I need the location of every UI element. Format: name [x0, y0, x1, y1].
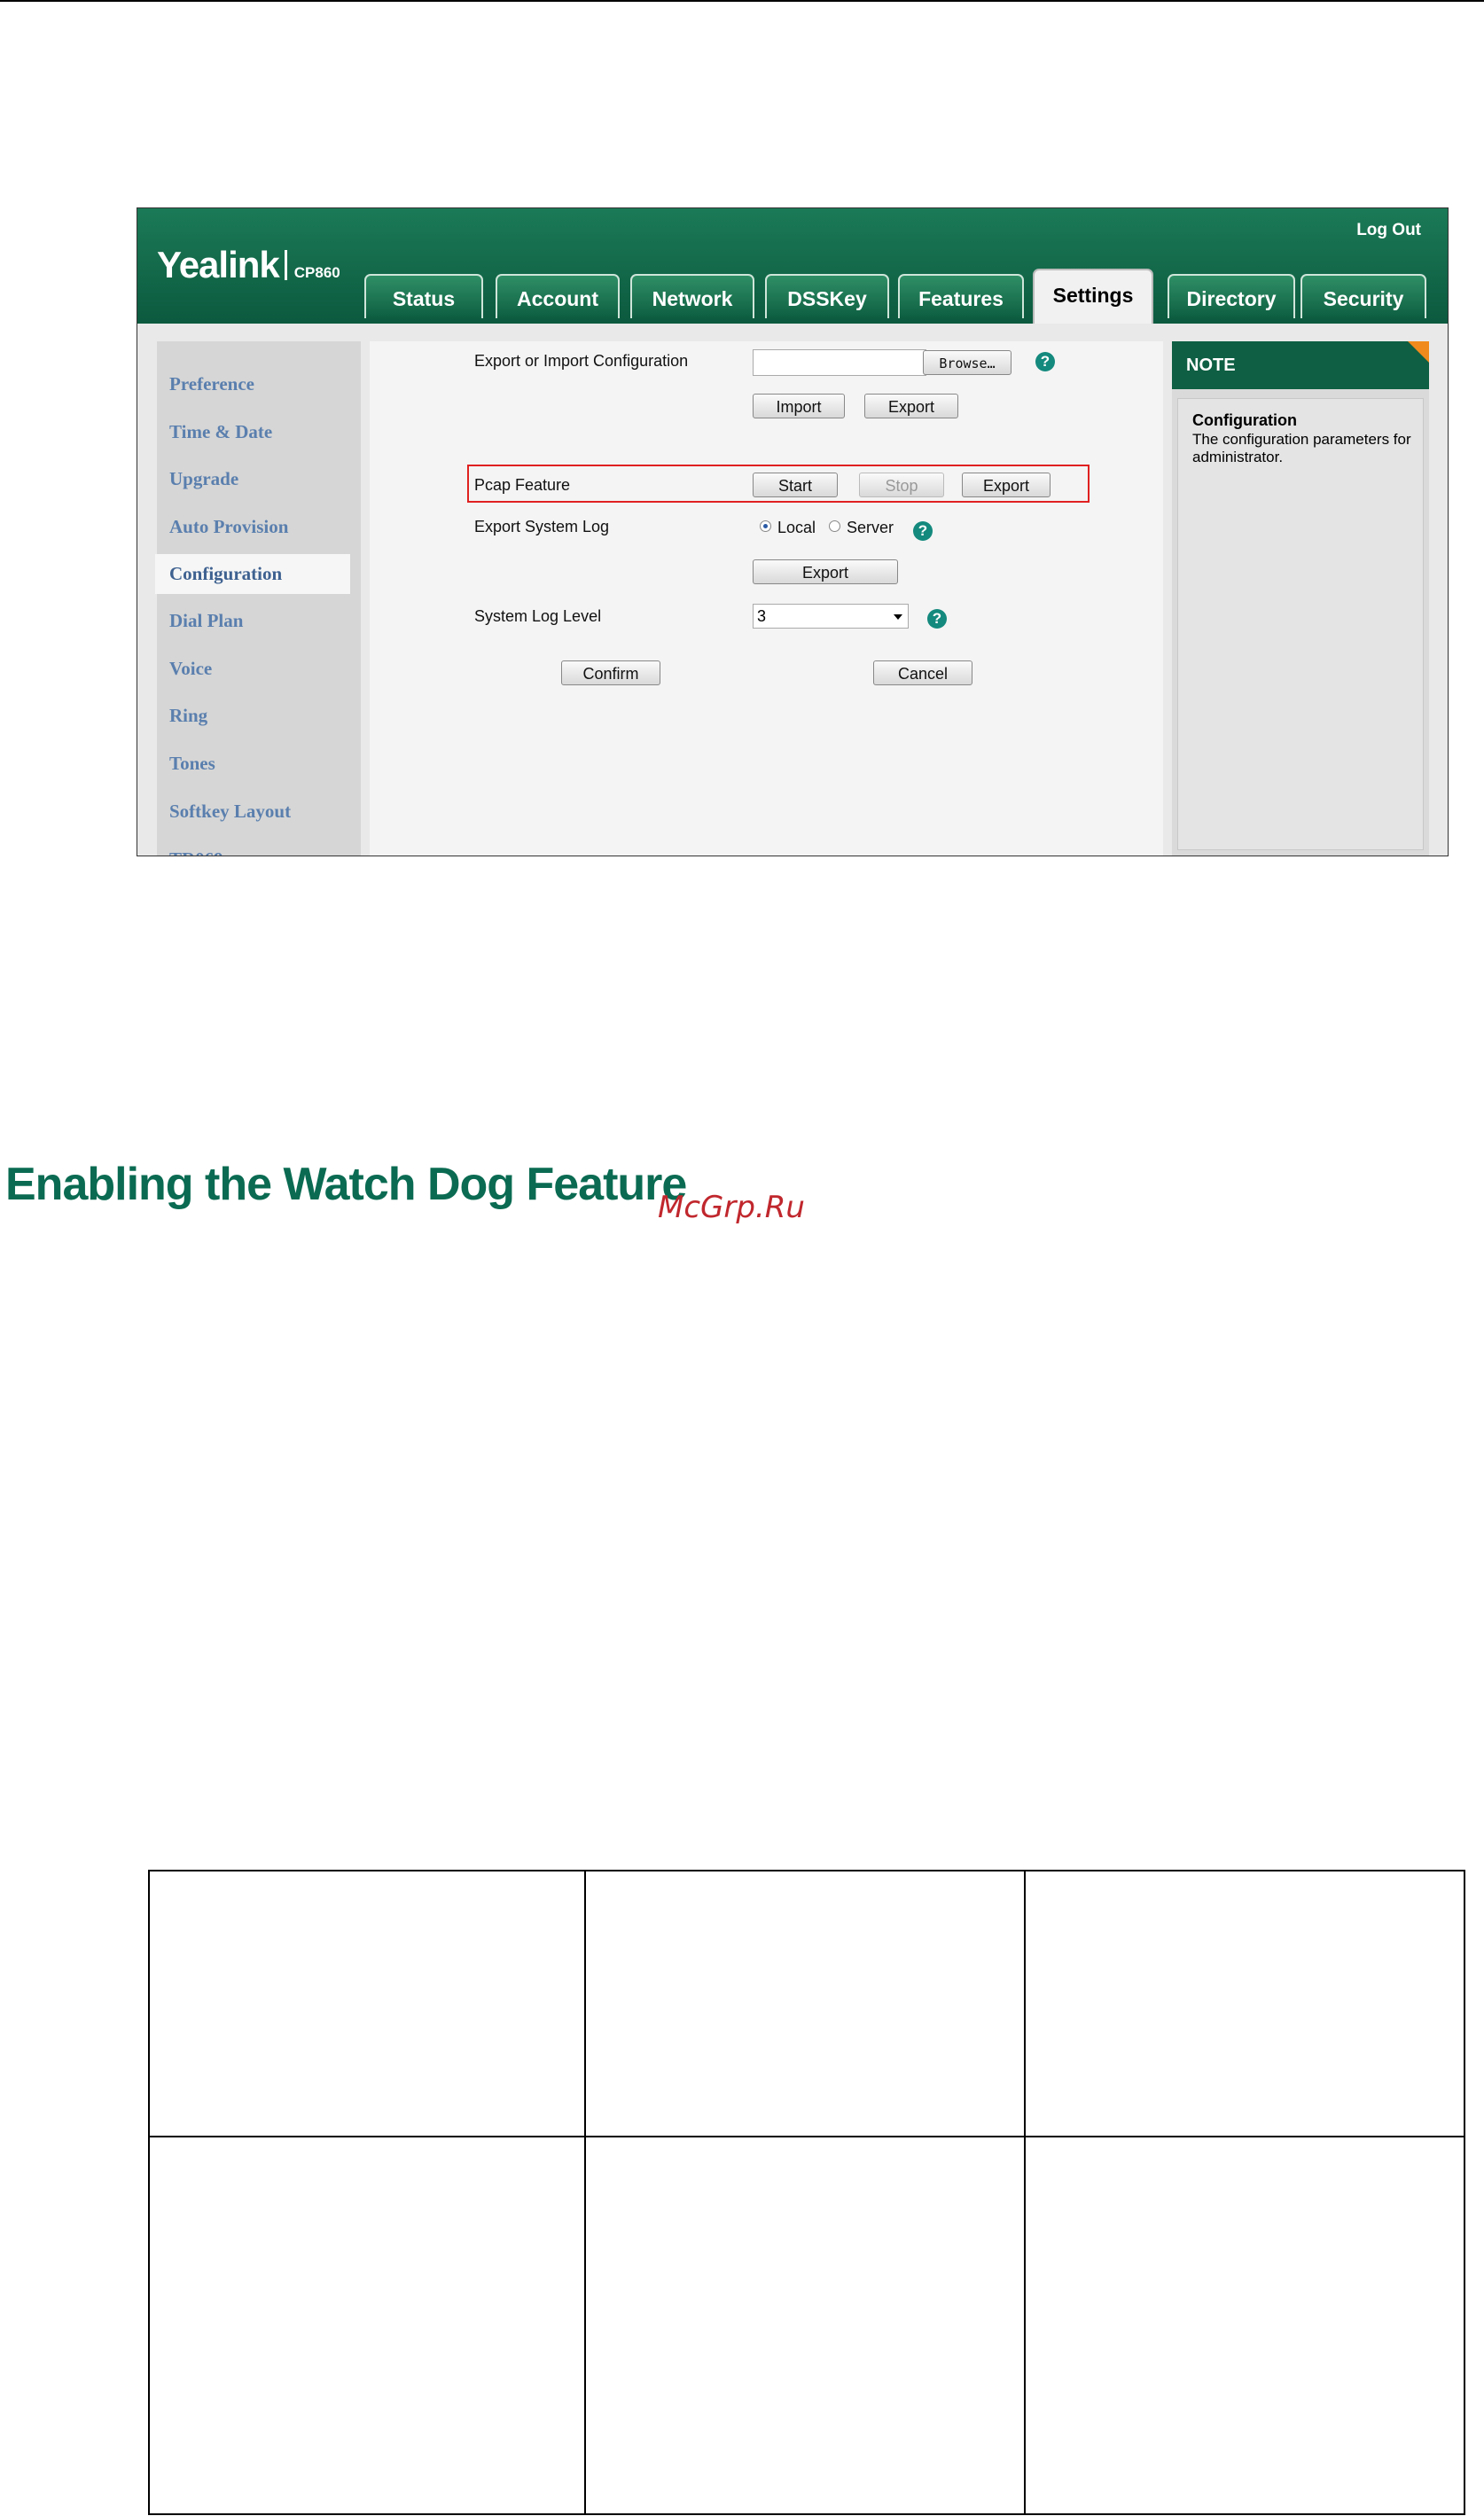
section-heading: Enabling the Watch Dog Feature — [5, 1159, 687, 1210]
sidebar-item-preference[interactable]: Preference — [169, 373, 254, 395]
server-radio[interactable] — [829, 520, 840, 532]
empty-table — [148, 1870, 1465, 2515]
sidebar-item-tones[interactable]: Tones — [169, 753, 215, 775]
table-cell — [584, 2136, 1026, 2515]
export-system-log-button[interactable]: Export — [753, 559, 898, 584]
note-text: The configuration parameters for adminis… — [1192, 431, 1411, 465]
confirm-button[interactable]: Confirm — [561, 660, 660, 685]
note-body: Configuration The configuration paramete… — [1177, 398, 1424, 850]
tab-account[interactable]: Account — [496, 274, 620, 318]
table-cell — [148, 2136, 586, 2515]
table-row — [148, 2136, 1465, 2515]
log-level-value: 3 — [757, 607, 767, 625]
table-cell — [148, 1870, 586, 2137]
tab-directory[interactable]: Directory — [1168, 274, 1295, 318]
pcap-feature-label: Pcap Feature — [474, 476, 571, 494]
table-cell — [1024, 2136, 1465, 2515]
note-panel: NOTE Configuration The configuration par… — [1172, 341, 1429, 856]
export-system-log-label: Export System Log — [474, 518, 610, 535]
local-label: Local — [777, 519, 816, 536]
top-rule — [0, 0, 1484, 2]
note-title: Configuration — [1192, 411, 1297, 429]
header-bar: Yealink CP860 Log Out Status Account Netw… — [137, 208, 1448, 324]
settings-sidebar — [157, 341, 361, 856]
tab-features[interactable]: Features — [898, 274, 1024, 318]
tab-dsskey[interactable]: DSSKey — [765, 274, 889, 318]
table-cell — [1024, 1870, 1465, 2137]
sidebar-item-time-date[interactable]: Time & Date — [169, 421, 272, 443]
table-cell — [584, 1870, 1026, 2137]
sidebar-item-ring[interactable]: Ring — [169, 705, 207, 727]
tab-status[interactable]: Status — [364, 274, 483, 318]
pcap-start-button[interactable]: Start — [753, 473, 838, 497]
config-file-input[interactable] — [753, 349, 926, 376]
export-config-button[interactable]: Export — [864, 394, 958, 418]
tab-security[interactable]: Security — [1300, 274, 1426, 318]
tab-network[interactable]: Network — [630, 274, 754, 318]
pcap-export-button[interactable]: Export — [962, 473, 1051, 497]
tab-settings[interactable]: Settings — [1033, 269, 1153, 324]
watermark: McGrp.Ru — [658, 1190, 805, 1225]
logo-divider — [284, 250, 287, 280]
sidebar-item-softkey-layout[interactable]: Softkey Layout — [169, 801, 291, 823]
help-icon[interactable]: ? — [913, 521, 933, 541]
brand-name: Yealink — [157, 244, 280, 285]
sidebar-item-auto-provision[interactable]: Auto Provision — [169, 516, 288, 538]
local-radio[interactable] — [760, 520, 771, 532]
chevron-down-icon — [894, 614, 902, 620]
import-button[interactable]: Import — [753, 394, 845, 418]
system-log-level-select[interactable]: 3 — [753, 604, 909, 629]
note-header-label: NOTE — [1186, 356, 1236, 375]
content-area: Preference Time & Date Upgrade Auto Prov… — [137, 324, 1448, 856]
web-ui-screenshot: Yealink CP860 Log Out Status Account Netw… — [137, 207, 1449, 856]
sidebar-item-tr069[interactable]: TR069 — [169, 848, 223, 856]
cancel-button[interactable]: Cancel — [873, 660, 972, 685]
browse-button[interactable]: Browse… — [923, 350, 1011, 375]
help-icon[interactable]: ? — [1035, 352, 1055, 371]
table-row — [148, 1870, 1465, 2137]
system-log-level-label: System Log Level — [474, 607, 602, 625]
sidebar-item-voice[interactable]: Voice — [169, 658, 212, 680]
yealink-logo: Yealink CP860 — [157, 244, 340, 286]
sidebar-item-upgrade[interactable]: Upgrade — [169, 468, 238, 490]
help-icon[interactable]: ? — [927, 609, 947, 629]
corner-fold-icon — [1408, 341, 1429, 363]
sidebar-item-dial-plan[interactable]: Dial Plan — [169, 610, 243, 632]
model-name: CP860 — [293, 264, 340, 281]
export-import-label: Export or Import Configuration — [474, 352, 689, 370]
note-header: NOTE — [1172, 341, 1429, 389]
server-label: Server — [847, 519, 894, 536]
pcap-stop-button[interactable]: Stop — [859, 473, 944, 497]
logout-link[interactable]: Log Out — [1356, 221, 1421, 240]
configuration-panel — [370, 341, 1163, 856]
sidebar-item-configuration[interactable]: Configuration — [155, 554, 350, 594]
